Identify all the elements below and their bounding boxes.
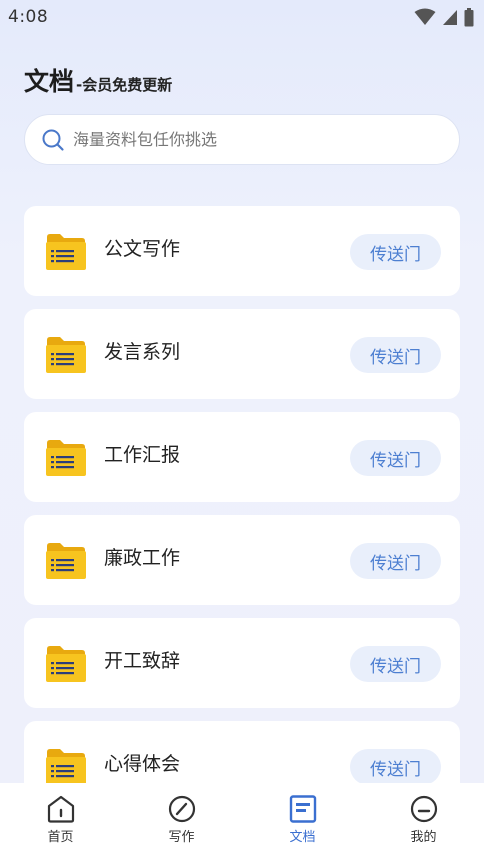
page-header: 文档 -会员免费更新 [24, 62, 172, 98]
folder-icon [46, 646, 86, 682]
folder-icon [46, 337, 86, 373]
tab-label: 我的 [410, 830, 437, 845]
wifi-icon [414, 8, 436, 25]
compass-icon [168, 795, 195, 823]
folder-icon [46, 440, 86, 476]
search-input[interactable] [73, 130, 433, 149]
status-icons [414, 7, 474, 27]
page-title: 文档 [24, 67, 75, 96]
folder-icon [46, 543, 86, 579]
portal-button[interactable]: 传送门 [350, 234, 441, 270]
tab-write[interactable]: 写作 [121, 783, 242, 860]
category-card-发言系列[interactable]: 发言系列 传送门 [24, 309, 460, 399]
category-title: 开工致辞 [104, 650, 181, 672]
category-card-工作汇报[interactable]: 工作汇报 传送门 [24, 412, 460, 502]
tab-label: 首页 [47, 830, 74, 845]
profile-icon [410, 795, 437, 823]
tab-label: 文档 [289, 830, 316, 845]
tab-label: 写作 [168, 830, 195, 845]
category-card-廉政工作[interactable]: 廉政工作 传送门 [24, 515, 460, 605]
folder-icon [46, 749, 86, 785]
category-title: 公文写作 [104, 238, 181, 260]
category-title: 工作汇报 [104, 444, 181, 466]
battery-icon [464, 7, 474, 26]
status-bar: 4:08 [0, 0, 484, 34]
home-icon [47, 795, 74, 823]
search-icon [42, 129, 64, 151]
category-card-公文写作[interactable]: 公文写作 传送门 [24, 206, 460, 296]
document-icon [289, 795, 316, 823]
category-card-开工致辞[interactable]: 开工致辞 传送门 [24, 618, 460, 708]
category-title: 心得体会 [104, 753, 181, 775]
bottom-tab-bar: 首页 写作 文档 我的 [0, 783, 484, 860]
portal-button[interactable]: 传送门 [350, 646, 441, 682]
search-bar[interactable] [24, 114, 460, 165]
category-title: 廉政工作 [104, 547, 181, 569]
tab-documents[interactable]: 文档 [242, 783, 363, 860]
portal-button[interactable]: 传送门 [350, 440, 441, 476]
portal-button[interactable]: 传送门 [350, 543, 441, 579]
tab-profile[interactable]: 我的 [363, 783, 484, 860]
portal-button[interactable]: 传送门 [350, 337, 441, 373]
category-title: 发言系列 [104, 341, 181, 363]
signal-icon [443, 10, 457, 25]
status-time: 4:08 [8, 7, 49, 27]
portal-button[interactable]: 传送门 [350, 749, 441, 785]
folder-icon [46, 234, 86, 270]
tab-home[interactable]: 首页 [0, 783, 121, 860]
page-subtitle: -会员免费更新 [76, 76, 173, 94]
